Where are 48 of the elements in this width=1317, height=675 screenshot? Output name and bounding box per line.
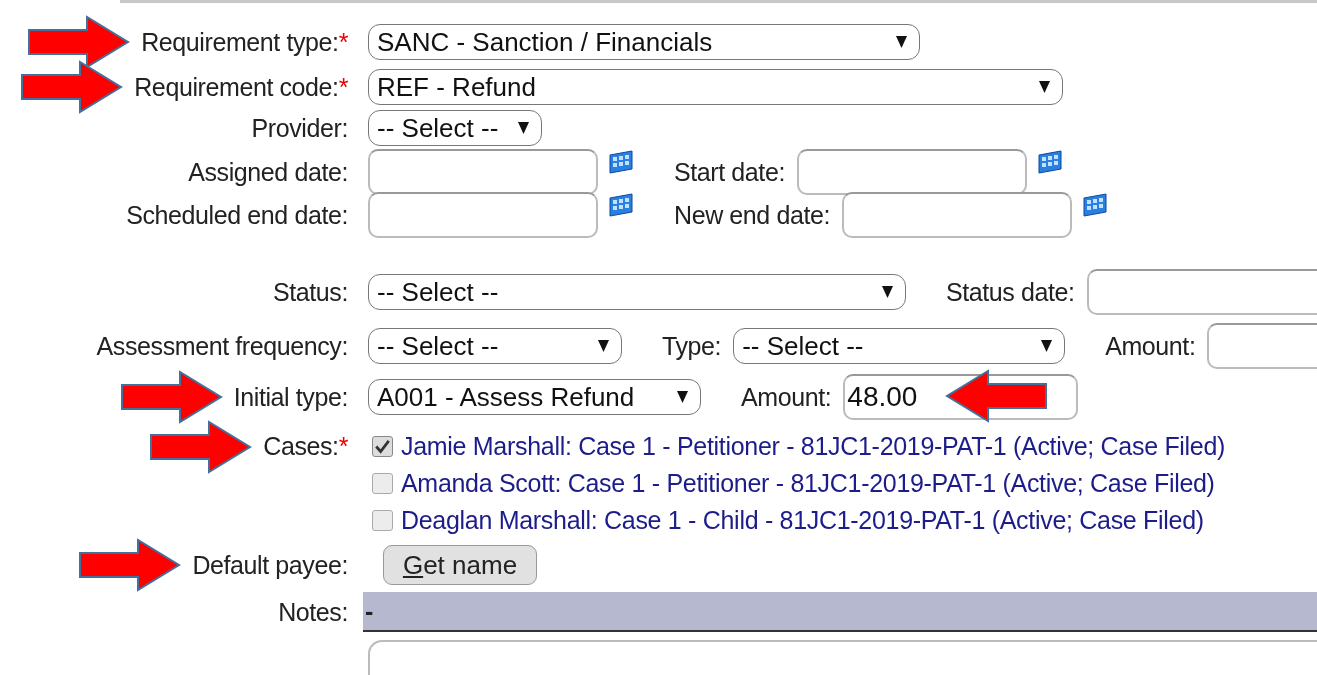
date-field[interactable] — [796, 149, 1027, 195]
field-label: Notes: — [278, 597, 348, 627]
field-label: Assessment frequency: — [96, 331, 348, 361]
dropdown-select[interactable]: -- Select -- — [368, 274, 906, 310]
dropdown-select[interactable]: SANC - Sanction / Financials — [368, 24, 920, 60]
field-label: New end date: — [674, 200, 831, 230]
caret-icon — [1041, 340, 1053, 352]
field-label: Default payee: — [192, 550, 348, 580]
field-label: Amount: — [1105, 331, 1196, 361]
date-field[interactable] — [842, 192, 1073, 238]
calendar-icon[interactable] — [1082, 192, 1109, 218]
checkbox[interactable] — [372, 510, 393, 531]
field-label: Provider: — [251, 113, 348, 143]
field-label: Amount: — [741, 382, 832, 412]
field-label: Status date: — [946, 277, 1075, 307]
field-label: Start date: — [674, 157, 785, 187]
field-label: Requirement code:* — [134, 72, 348, 102]
caret-icon — [882, 286, 893, 298]
caret-icon — [518, 122, 529, 134]
checkbox[interactable] — [372, 473, 393, 494]
dropdown-select[interactable]: -- Select -- — [368, 110, 542, 146]
field-label: Requirement type:* — [141, 27, 348, 57]
calendar-icon[interactable] — [608, 192, 634, 218]
dropdown-select[interactable]: -- Select -- — [733, 328, 1066, 364]
caret-icon — [1039, 81, 1050, 93]
calendar-icon[interactable] — [608, 149, 634, 175]
field-label: Scheduled end date: — [126, 200, 348, 230]
calendar-icon[interactable] — [1036, 149, 1063, 175]
caret-icon — [896, 36, 907, 48]
get-name-button[interactable]: Get name — [383, 545, 537, 585]
field-label: Type: — [662, 331, 722, 361]
field-label: Cases:* — [263, 432, 348, 461]
date-field[interactable] — [368, 149, 598, 195]
case-option[interactable]: Jamie Marshall: Case 1 - Petitioner - 81JC1-2019-PAT-1 (Active; Case Filed) — [401, 432, 1226, 461]
caret-icon — [598, 340, 609, 352]
checkbox[interactable] — [372, 436, 393, 457]
amount-field[interactable] — [1086, 269, 1317, 315]
field-label: Assigned date: — [188, 157, 348, 187]
notes-bar: - — [363, 592, 1317, 632]
dropdown-select[interactable]: REF - Refund — [368, 69, 1063, 105]
field-label: Status: — [272, 277, 348, 307]
case-option[interactable]: Deaglan Marshall: Case 1 - Child - 81JC1-2019-PAT-1 (Active; Case Filed) — [401, 506, 1204, 535]
field-label: Initial type: — [233, 382, 348, 412]
caret-icon — [677, 391, 688, 403]
dropdown-select[interactable]: A001 - Assess Refund — [368, 379, 701, 415]
case-option[interactable]: Amanda Scott: Case 1 - Petitioner - 81JC1-2019-PAT-1 (Active; Case Filed) — [401, 469, 1215, 498]
date-field[interactable] — [368, 192, 598, 238]
dropdown-select[interactable]: -- Select -- — [368, 328, 622, 364]
